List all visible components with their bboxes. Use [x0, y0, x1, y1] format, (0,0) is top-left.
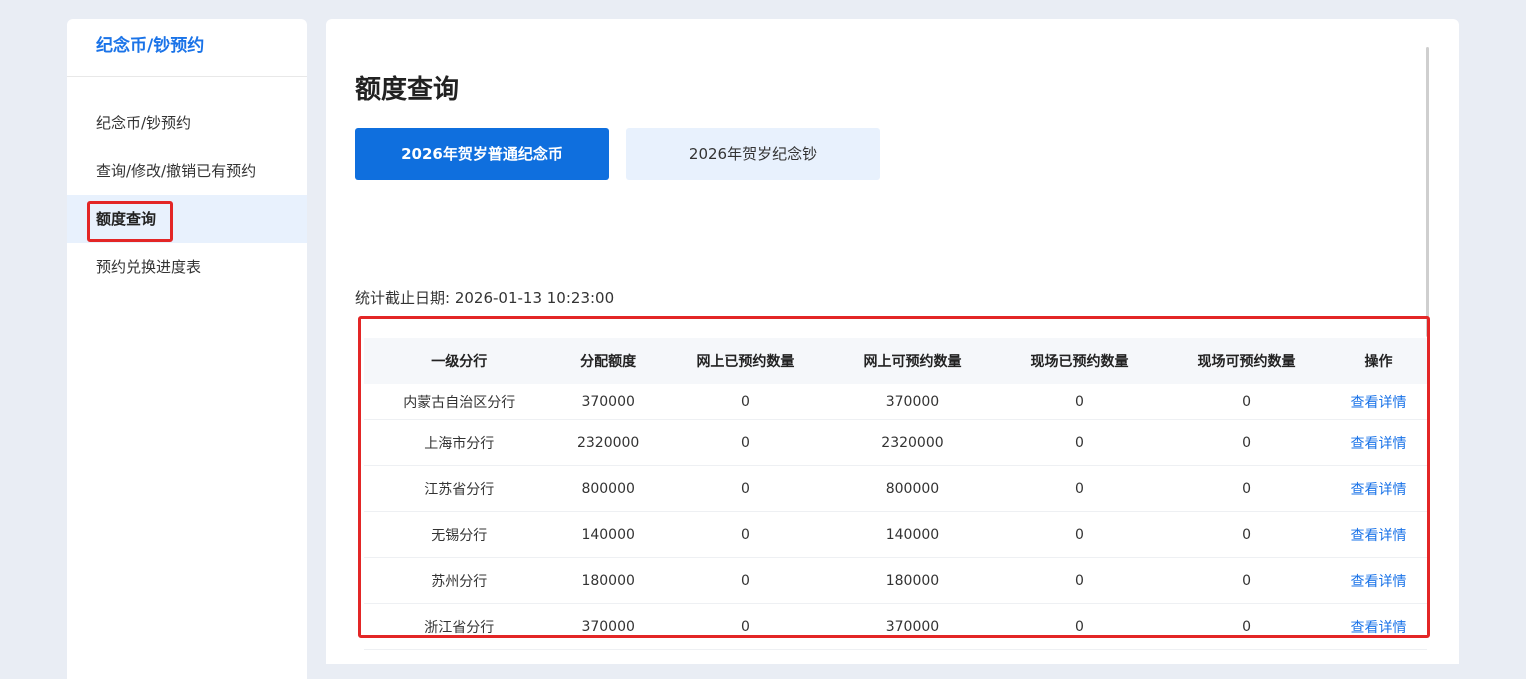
cell-quota: 800000: [554, 465, 662, 512]
cell-action: 查看详情: [1330, 557, 1427, 604]
cell-online-reserved: 0: [661, 465, 829, 512]
cell-branch: 无锡分行: [364, 511, 555, 558]
cell-action: 查看详情: [1330, 465, 1427, 512]
table-row: 浙江省分行 370000 0 370000 0 0 查看详情: [364, 603, 1427, 650]
cell-quota: 370000: [554, 384, 662, 420]
sidebar-nav: 纪念币/钞预约 查询/修改/撤销已有预约 额度查询 预约兑换进度表: [67, 99, 307, 291]
cell-onsite-reserved: 0: [995, 465, 1164, 512]
tab-commemorative-note[interactable]: 2026年贺岁纪念钞: [626, 128, 880, 180]
cell-onsite-available: 0: [1163, 557, 1331, 604]
sidebar: 纪念币/钞预约 纪念币/钞预约 查询/修改/撤销已有预约 额度查询 预约兑换进度…: [67, 19, 307, 679]
view-details-link[interactable]: 查看详情: [1351, 528, 1407, 544]
cell-online-available: 800000: [828, 465, 996, 512]
sidebar-item-label: 纪念币/钞预约: [96, 114, 192, 132]
tab-bar: 2026年贺岁普通纪念币 2026年贺岁纪念钞: [355, 128, 880, 180]
sidebar-item-manage-reservation[interactable]: 查询/修改/撤销已有预约: [67, 147, 307, 195]
cell-online-reserved: 0: [661, 384, 829, 420]
cell-branch: 浙江省分行: [364, 603, 555, 650]
cell-onsite-available: 0: [1163, 465, 1331, 512]
cell-action: 查看详情: [1330, 419, 1427, 466]
table-row: 上海市分行 2320000 0 2320000 0 0 查看详情: [364, 419, 1427, 466]
cell-onsite-reserved: 0: [995, 384, 1164, 420]
cell-action: 查看详情: [1330, 384, 1427, 420]
header-onsite-reserved: 现场已预约数量: [1030, 354, 1129, 370]
cell-quota: 140000: [554, 511, 662, 558]
sidebar-item-label: 额度查询: [96, 210, 157, 228]
cell-action: 查看详情: [1330, 511, 1427, 558]
cell-online-available: 140000: [828, 511, 996, 558]
header-online-reserved: 网上已预约数量: [696, 354, 795, 370]
table-row: 苏州分行 180000 0 180000 0 0 查看详情: [364, 557, 1427, 604]
sidebar-item-progress-table[interactable]: 预约兑换进度表: [67, 243, 307, 291]
header-quota: 分配额度: [580, 354, 637, 370]
cell-online-available: 2320000: [828, 419, 996, 466]
table-row: 内蒙古自治区分行 370000 0 370000 0 0 查看详情: [364, 384, 1427, 420]
tab-commemorative-coin[interactable]: 2026年贺岁普通纪念币: [355, 128, 609, 180]
table-header-row: 一级分行 分配额度 网上已预约数量 网上可预约数量 现场已预约数量 现场可预约数…: [364, 338, 1427, 384]
view-details-link[interactable]: 查看详情: [1351, 574, 1407, 590]
cell-onsite-available: 0: [1163, 511, 1331, 558]
header-branch: 一级分行: [431, 354, 488, 370]
stat-date: 统计截止日期: 2026-01-13 10:23:00: [355, 289, 615, 307]
cell-online-available: 180000: [828, 557, 996, 604]
cell-branch: 内蒙古自治区分行: [364, 384, 555, 420]
header-online-available: 网上可预约数量: [863, 354, 962, 370]
sidebar-item-reservation[interactable]: 纪念币/钞预约: [67, 99, 307, 147]
cell-quota: 2320000: [554, 419, 662, 466]
cell-quota: 180000: [554, 557, 662, 604]
cell-onsite-available: 0: [1163, 603, 1331, 650]
highlight-box-table: 一级分行 分配额度 网上已预约数量 网上可预约数量 现场已预约数量 现场可预约数…: [358, 316, 1430, 650]
table-row: 江苏省分行 800000 0 800000 0 0 查看详情: [364, 465, 1427, 512]
view-details-link[interactable]: 查看详情: [1351, 436, 1407, 452]
sidebar-title[interactable]: 纪念币/钞预约: [67, 15, 307, 77]
sidebar-item-label: 查询/修改/撤销已有预约: [96, 162, 257, 180]
cell-online-reserved: 0: [661, 511, 829, 558]
cell-branch: 苏州分行: [364, 557, 555, 604]
table-row: 无锡分行 140000 0 140000 0 0 查看详情: [364, 511, 1427, 558]
cell-online-available: 370000: [828, 603, 996, 650]
view-details-link[interactable]: 查看详情: [1351, 395, 1407, 411]
view-details-link[interactable]: 查看详情: [1351, 482, 1407, 498]
header-onsite-available: 现场可预约数量: [1197, 354, 1296, 370]
sidebar-item-label: 预约兑换进度表: [96, 258, 202, 276]
cell-online-reserved: 0: [661, 603, 829, 650]
header-action: 操作: [1364, 354, 1393, 370]
cell-onsite-reserved: 0: [995, 603, 1164, 650]
cell-onsite-available: 0: [1163, 384, 1331, 420]
view-details-link[interactable]: 查看详情: [1351, 620, 1407, 636]
cell-onsite-reserved: 0: [995, 557, 1164, 604]
cell-online-reserved: 0: [661, 557, 829, 604]
sidebar-item-quota-query[interactable]: 额度查询: [67, 195, 307, 243]
cell-action: 查看详情: [1330, 603, 1427, 650]
cell-onsite-reserved: 0: [995, 419, 1164, 466]
cell-onsite-reserved: 0: [995, 511, 1164, 558]
page-title: 额度查询: [355, 75, 460, 105]
cell-quota: 370000: [554, 603, 662, 650]
cell-branch: 江苏省分行: [364, 465, 555, 512]
cell-branch: 上海市分行: [364, 419, 555, 466]
cell-onsite-available: 0: [1163, 419, 1331, 466]
main-panel: 额度查询 2026年贺岁普通纪念币 2026年贺岁纪念钞 统计截止日期: 202…: [326, 19, 1459, 664]
scrollbar[interactable]: [1426, 47, 1429, 337]
cell-online-available: 370000: [828, 384, 996, 420]
cell-online-reserved: 0: [661, 419, 829, 466]
quota-table: 一级分行 分配额度 网上已预约数量 网上可预约数量 现场已预约数量 现场可预约数…: [364, 338, 1427, 650]
